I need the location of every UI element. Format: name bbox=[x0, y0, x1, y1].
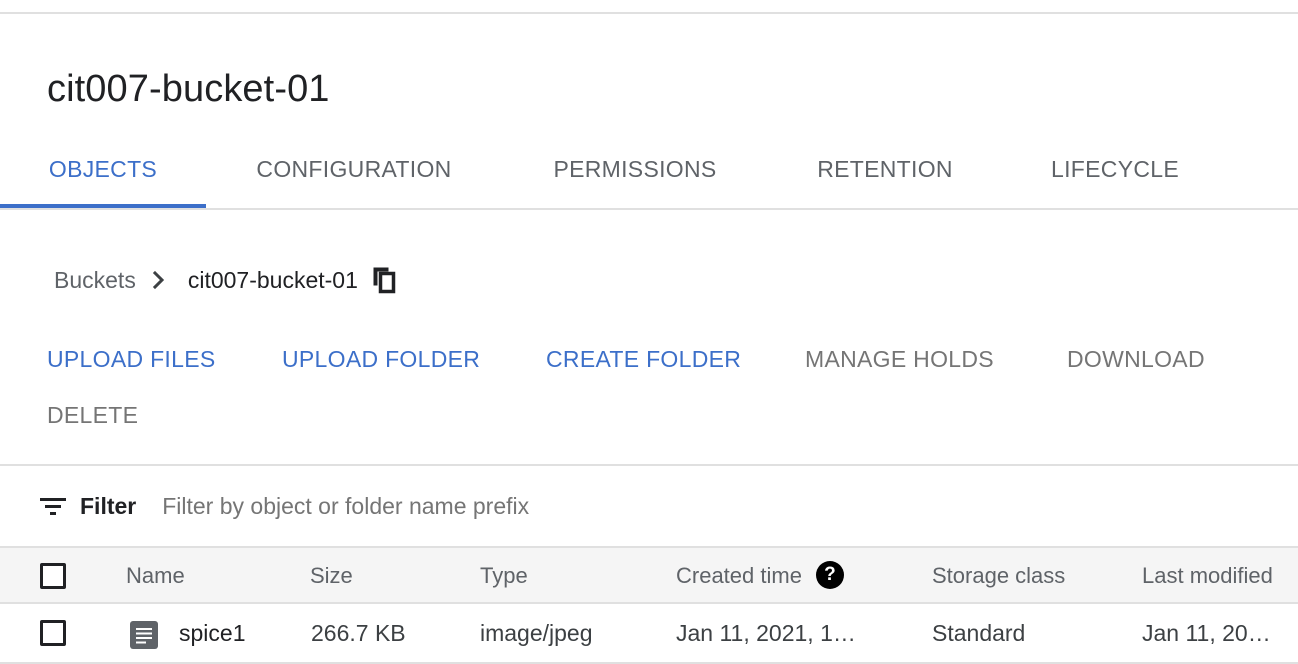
object-last-modified: Jan 11, 20… bbox=[1142, 620, 1271, 646]
object-actions-toolbar: UPLOAD FILES UPLOAD FOLDER CREATE FOLDER… bbox=[0, 330, 1298, 450]
breadcrumb: Buckets cit007-bucket-01 bbox=[54, 262, 396, 298]
object-size: 266.7 KB bbox=[311, 620, 406, 646]
upload-files-button[interactable]: UPLOAD FILES bbox=[47, 339, 216, 379]
tab-objects[interactable]: OBJECTS bbox=[0, 132, 206, 206]
tab-lifecycle[interactable]: LIFECYCLE bbox=[1034, 132, 1196, 206]
filter-label: Filter bbox=[80, 492, 137, 519]
column-header-type[interactable]: Type bbox=[480, 548, 528, 604]
row-select-checkbox[interactable] bbox=[40, 620, 66, 646]
column-header-created-label: Created time bbox=[676, 563, 802, 588]
tab-configuration[interactable]: CONFIGURATION bbox=[230, 132, 478, 206]
breadcrumb-buckets-link[interactable]: Buckets bbox=[54, 267, 136, 294]
page-title: cit007-bucket-01 bbox=[47, 68, 330, 110]
select-all-checkbox[interactable] bbox=[40, 563, 66, 589]
column-header-name[interactable]: Name bbox=[126, 548, 185, 604]
delete-button[interactable]: DELETE bbox=[47, 395, 138, 435]
file-document-icon bbox=[130, 621, 158, 654]
upload-folder-button[interactable]: UPLOAD FOLDER bbox=[282, 339, 480, 379]
object-created-time: Jan 11, 2021, 1… bbox=[676, 620, 856, 646]
objects-table-header: Name Size Type Created time? Storage cla… bbox=[0, 546, 1298, 604]
manage-holds-button[interactable]: MANAGE HOLDS bbox=[805, 339, 994, 379]
top-divider bbox=[0, 12, 1298, 14]
filter-bar: Filter bbox=[40, 484, 723, 528]
column-header-storage-class[interactable]: Storage class bbox=[932, 548, 1065, 604]
column-header-created-time[interactable]: Created time? bbox=[676, 548, 844, 604]
tab-permissions[interactable]: PERMISSIONS bbox=[532, 132, 738, 206]
chevron-right-icon bbox=[152, 270, 166, 290]
toolbar-divider bbox=[0, 464, 1298, 466]
tab-retention[interactable]: RETENTION bbox=[798, 132, 972, 206]
column-header-last-modified[interactable]: Last modified bbox=[1142, 548, 1273, 604]
object-name-link[interactable]: spice1 bbox=[179, 604, 245, 662]
filter-list-icon[interactable] bbox=[40, 496, 66, 516]
help-icon[interactable]: ? bbox=[815, 561, 844, 590]
bucket-details-page: cit007-bucket-01 OBJECTS CONFIGURATION P… bbox=[0, 0, 1298, 664]
active-tab-indicator bbox=[0, 204, 206, 208]
filter-input[interactable] bbox=[162, 492, 723, 520]
copy-icon[interactable] bbox=[372, 266, 396, 294]
create-folder-button[interactable]: CREATE FOLDER bbox=[546, 339, 741, 379]
tab-bar: OBJECTS CONFIGURATION PERMISSIONS RETENT… bbox=[0, 132, 1298, 210]
table-row[interactable]: spice1 266.7 KB image/jpeg Jan 11, 2021,… bbox=[0, 604, 1298, 664]
download-button[interactable]: DOWNLOAD bbox=[1067, 339, 1205, 379]
column-header-size[interactable]: Size bbox=[310, 548, 353, 604]
breadcrumb-current-bucket: cit007-bucket-01 bbox=[187, 266, 358, 293]
object-storage-class: Standard bbox=[932, 620, 1026, 646]
object-type: image/jpeg bbox=[480, 620, 593, 646]
